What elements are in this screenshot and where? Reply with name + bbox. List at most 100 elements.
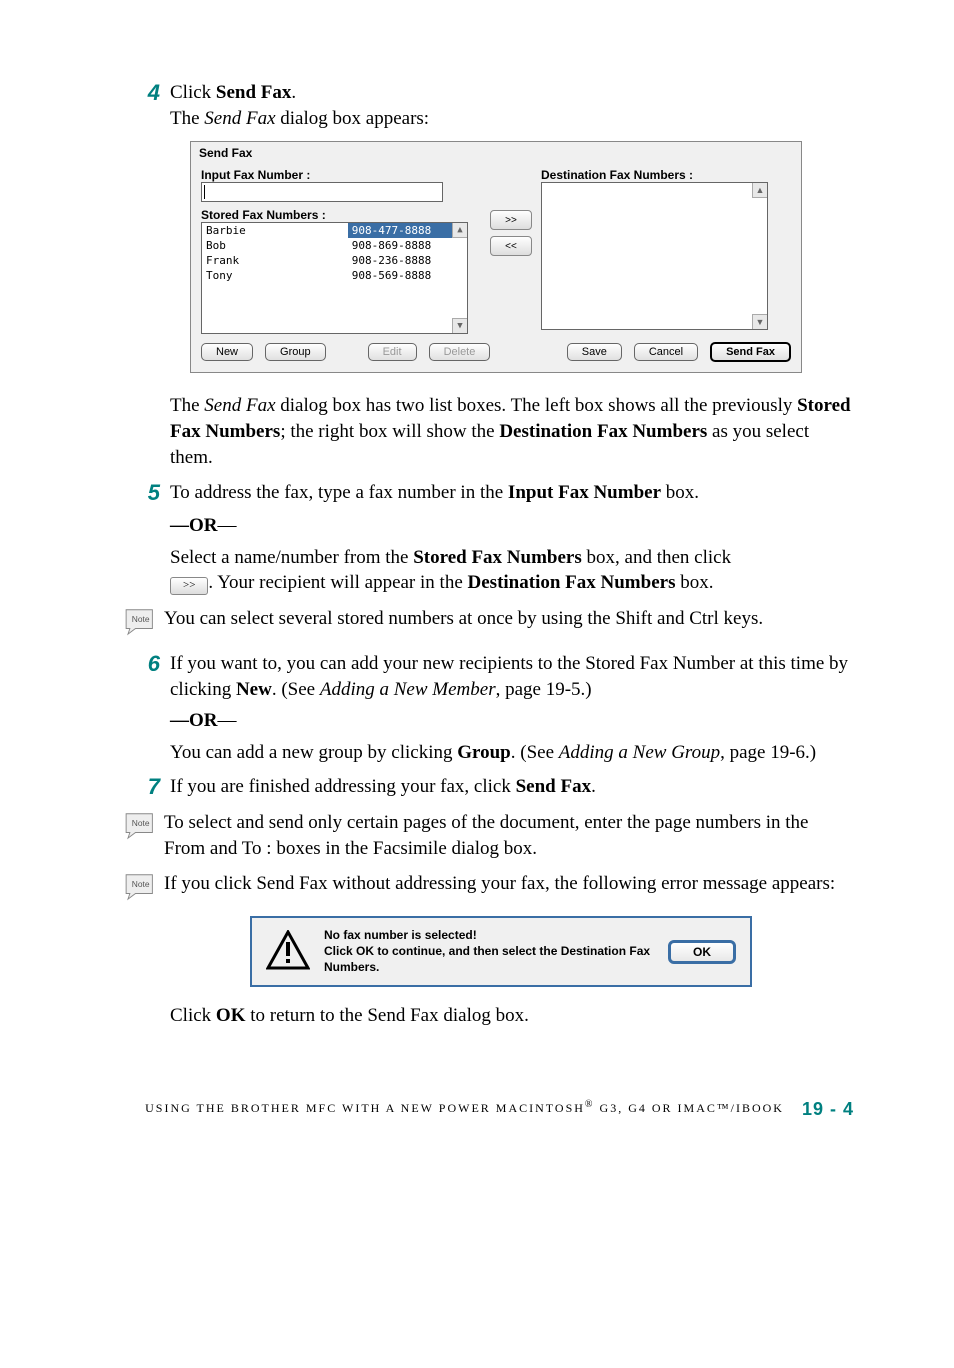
- t: The: [170, 108, 204, 129]
- t: Send Fax: [204, 108, 275, 129]
- paragraph: The Send Fax dialog box has two list box…: [170, 393, 854, 470]
- t: Input Fax Number: [508, 482, 661, 503]
- error-dialog: No fax number is selected! Click OK to c…: [250, 916, 752, 987]
- move-left-button[interactable]: <<: [490, 236, 532, 256]
- note-icon: Note: [124, 606, 158, 641]
- t: Select a name/number from the: [170, 547, 413, 568]
- t: If you are finished addressing your fax,…: [170, 776, 516, 797]
- t: box.: [675, 572, 713, 593]
- t: Click OK to continue, and then select th…: [324, 944, 654, 975]
- scroll-up-icon[interactable]: ▲: [452, 223, 467, 238]
- step5-body: To address the fax, type a fax number in…: [170, 480, 854, 506]
- warning-icon: [266, 930, 310, 973]
- step-number-5: 5: [130, 480, 170, 506]
- note-text: To select and send only certain pages of…: [164, 810, 854, 861]
- t: Group: [457, 742, 511, 763]
- svg-text:Note: Note: [132, 879, 150, 889]
- group-button[interactable]: Group: [265, 343, 326, 361]
- t: to return to the Send Fax dialog box.: [245, 1005, 528, 1026]
- t: dialog box appears:: [276, 108, 430, 129]
- t: Destination Fax Numbers: [499, 421, 707, 442]
- dest-fax-label: Destination Fax Numbers :: [541, 168, 693, 182]
- step-number-4: 4: [130, 80, 170, 106]
- send-fax-dialog: Send Fax Input Fax Number : Destination …: [190, 141, 802, 373]
- t: Send Fax: [216, 82, 292, 103]
- send-fax-button[interactable]: Send Fax: [710, 342, 791, 362]
- t: New: [236, 679, 272, 700]
- t: To address the fax, type a fax number in…: [170, 482, 508, 503]
- error-text: No fax number is selected! Click OK to c…: [324, 928, 654, 975]
- dialog-title: Send Fax: [191, 142, 801, 164]
- note-text: If you click Send Fax without addressing…: [164, 871, 854, 897]
- t: OK: [216, 1005, 246, 1026]
- t: ; the right box will show the: [280, 421, 499, 442]
- list-item[interactable]: 908-569-8888: [348, 268, 467, 283]
- t: box, and then click: [582, 547, 731, 568]
- t: . Your recipient will appear in the: [208, 572, 467, 593]
- t: Send Fax: [204, 395, 275, 416]
- svg-text:Note: Note: [132, 818, 150, 828]
- stored-fax-label: Stored Fax Numbers :: [201, 208, 481, 222]
- note-icon: Note: [124, 871, 158, 906]
- note-text: You can select several stored numbers at…: [164, 606, 854, 632]
- t: Send Fax: [516, 776, 592, 797]
- step4-body: Click Send Fax. The Send Fax dialog box …: [170, 80, 854, 131]
- t: You can add a new group by clicking: [170, 742, 457, 763]
- list-item[interactable]: 908-477-8888: [348, 223, 467, 238]
- note-icon: Note: [124, 810, 158, 845]
- t: dialog box has two list boxes. The left …: [276, 395, 798, 416]
- footer-text: USING THE BROTHER MFC WITH A NEW POWER M…: [145, 1099, 784, 1120]
- or-text: —OR: [170, 710, 218, 731]
- list-item[interactable]: Tony: [202, 268, 348, 283]
- edit-button[interactable]: Edit: [368, 343, 417, 361]
- page-footer: USING THE BROTHER MFC WITH A NEW POWER M…: [130, 1099, 854, 1120]
- step6-body: If you want to, you can add your new rec…: [170, 651, 854, 702]
- move-right-inline-button: >>: [170, 577, 208, 595]
- t: Click: [170, 1005, 216, 1026]
- destination-fax-list[interactable]: ▲ ▼: [541, 182, 768, 330]
- scroll-down-icon[interactable]: ▼: [452, 318, 467, 333]
- input-fax-label: Input Fax Number :: [201, 168, 541, 182]
- new-button[interactable]: New: [201, 343, 253, 361]
- t: , page 19-5.): [496, 679, 592, 700]
- move-right-button[interactable]: >>: [490, 210, 532, 230]
- t: Stored Fax Numbers: [413, 547, 582, 568]
- paragraph: Click OK to return to the Send Fax dialo…: [170, 1003, 854, 1029]
- t: USING THE BROTHER MFC WITH A NEW POWER M…: [145, 1101, 585, 1115]
- t: Destination Fax Numbers: [468, 572, 676, 593]
- t: Adding a New Member: [320, 679, 496, 700]
- step7-body: If you are finished addressing your fax,…: [170, 774, 854, 800]
- t: box.: [661, 482, 699, 503]
- registered-icon: ®: [585, 1099, 595, 1110]
- scroll-up-icon[interactable]: ▲: [752, 183, 767, 198]
- list-item[interactable]: Barbie: [202, 223, 348, 238]
- t: .: [591, 776, 596, 797]
- t: Click: [170, 82, 216, 103]
- save-button[interactable]: Save: [567, 343, 622, 361]
- ok-button[interactable]: OK: [668, 940, 736, 964]
- input-fax-number-field[interactable]: [201, 182, 443, 202]
- t: , page 19-6.): [720, 742, 816, 763]
- t: The: [170, 395, 204, 416]
- t: .: [291, 82, 296, 103]
- list-item[interactable]: Frank: [202, 253, 348, 268]
- t: . (See: [272, 679, 320, 700]
- svg-text:Note: Note: [132, 614, 150, 624]
- paragraph: You can add a new group by clicking Grou…: [170, 740, 854, 766]
- page-number: 19 - 4: [802, 1099, 854, 1120]
- list-item[interactable]: Bob: [202, 238, 348, 253]
- step-number-6: 6: [130, 651, 170, 677]
- or-text: ——OR—OR: [170, 515, 218, 536]
- list-item[interactable]: 908-236-8888: [348, 253, 467, 268]
- scroll-down-icon[interactable]: ▼: [752, 314, 767, 329]
- paragraph: Select a name/number from the Stored Fax…: [170, 545, 854, 596]
- step-number-7: 7: [130, 774, 170, 800]
- stored-fax-list[interactable]: Barbie Bob Frank Tony 908-477-8888 908-8…: [201, 222, 468, 334]
- t: No fax number is selected!: [324, 928, 654, 944]
- t: Adding a New Group: [559, 742, 720, 763]
- cancel-button[interactable]: Cancel: [634, 343, 698, 361]
- list-item[interactable]: 908-869-8888: [348, 238, 467, 253]
- t: G3, G4 OR IMAC™/IBOOK: [595, 1101, 784, 1115]
- delete-button[interactable]: Delete: [429, 343, 491, 361]
- t: . (See: [511, 742, 559, 763]
